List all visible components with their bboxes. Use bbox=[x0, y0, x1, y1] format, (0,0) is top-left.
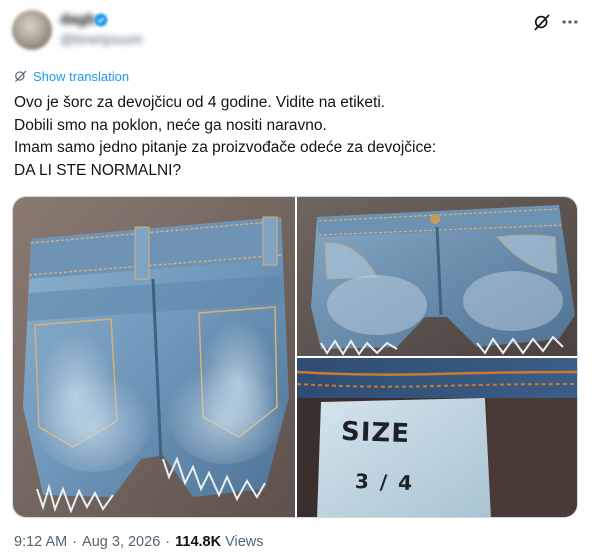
tweet-text-line: Ovo je šorc za devojčicu od 4 godine. Vi… bbox=[14, 94, 386, 111]
show-translation-label: Show translation bbox=[33, 68, 130, 84]
views-count: 114.8K bbox=[175, 534, 222, 550]
tweet-text-line: Imam samo jedno pitanje za proizvođače o… bbox=[14, 139, 437, 156]
tweet-date[interactable]: Aug 3, 2026 bbox=[82, 534, 160, 550]
tweet-text: Ovo je šorc za devojčicu od 4 godine. Vi… bbox=[14, 92, 580, 182]
photo-shorts-back[interactable] bbox=[13, 197, 295, 517]
photo-size-label-image bbox=[297, 358, 577, 517]
photo-shorts-front-image bbox=[297, 197, 577, 356]
tweet-text-line: DA LI STE NORMALNI? bbox=[14, 161, 182, 179]
size-label-text: SIZE bbox=[340, 416, 411, 450]
tweet: dagb @brwnjouum Show translation Ovo je … bbox=[0, 0, 592, 560]
verified-badge-icon bbox=[94, 13, 108, 27]
tweet-meta: 9:12 AM · Aug 3, 2026 · 114.8K Views bbox=[14, 532, 264, 552]
translate-icon bbox=[15, 70, 27, 82]
grok-icon[interactable] bbox=[532, 12, 552, 32]
photo-shorts-front[interactable] bbox=[297, 197, 577, 356]
separator: · bbox=[72, 534, 78, 550]
show-translation-link[interactable]: Show translation bbox=[14, 67, 129, 85]
media-grid: SIZE 3 / 4 bbox=[12, 196, 578, 518]
tweet-time[interactable]: 9:12 AM bbox=[14, 534, 67, 550]
tweet-text-line: Dobili smo na poklon, neće ga nositi nar… bbox=[14, 116, 327, 134]
author-name[interactable]: dagb bbox=[60, 11, 96, 29]
size-label-value: 3 / 4 bbox=[354, 468, 415, 496]
separator: · bbox=[165, 534, 171, 550]
author-handle[interactable]: @brwnjouum bbox=[60, 31, 143, 49]
views-label: Views bbox=[225, 534, 264, 550]
avatar[interactable] bbox=[12, 10, 52, 50]
more-horizontal-icon[interactable] bbox=[560, 12, 580, 32]
photo-size-label[interactable]: SIZE 3 / 4 bbox=[297, 358, 577, 517]
photo-shorts-back-image bbox=[13, 197, 295, 517]
